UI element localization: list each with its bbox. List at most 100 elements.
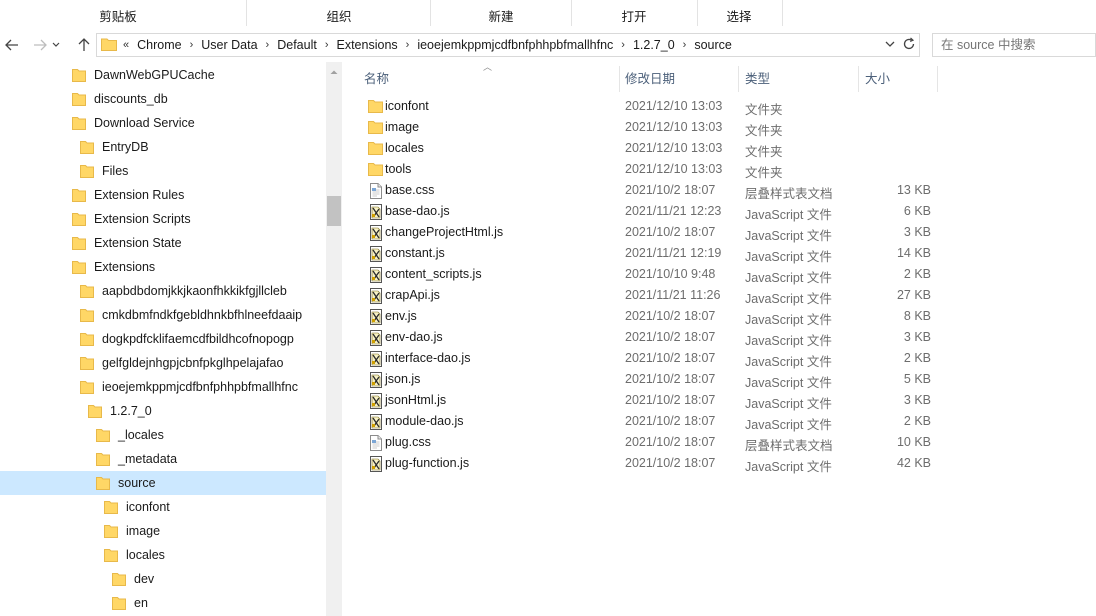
file-type: JavaScript 文件 (745, 250, 832, 264)
file-row[interactable]: plug-function.js 2021/10/2 18:07 JavaScrip… (362, 453, 1062, 474)
file-row[interactable]: plug.css 2021/10/2 18:07 层叠样式表文档 10 KB (362, 432, 1062, 453)
column-header-date[interactable]: 修改日期 (625, 66, 735, 92)
tree-item[interactable]: Extension Rules (0, 183, 326, 207)
breadcrumb-item[interactable]: 1.2.7_0 (631, 38, 677, 52)
breadcrumb-item[interactable]: source (692, 38, 734, 52)
tree-item[interactable]: Extension State (0, 231, 326, 255)
file-row[interactable]: interface-dao.js 2021/10/2 18:07 JavaScrip… (362, 348, 1062, 369)
tree-item[interactable]: Extension Scripts (0, 207, 326, 231)
ribbon-group-organize[interactable]: 组织 (250, 0, 428, 30)
tree-item[interactable]: _locales (0, 423, 326, 447)
scroll-up-icon[interactable] (330, 64, 338, 78)
tree-item[interactable]: Extensions (0, 255, 326, 279)
address-bar[interactable]: « Chrome › User Data › Default › Extensi… (96, 33, 920, 57)
file-row[interactable]: env-dao.js 2021/10/2 18:07 JavaScript 文件 3 … (362, 327, 1062, 348)
tree-item[interactable]: discounts_db (0, 87, 326, 111)
file-type: JavaScript 文件 (745, 376, 832, 390)
tree-item[interactable]: image (0, 519, 326, 543)
folder-row[interactable]: tools 2021/12/10 13:03 文件夹 (362, 159, 1062, 180)
file-row[interactable]: env.js 2021/10/2 18:07 JavaScript 文件 8 KB (362, 306, 1062, 327)
column-header-type[interactable]: 类型 (745, 66, 855, 92)
column-header-name[interactable]: 名称 (364, 66, 614, 92)
scrollbar-thumb[interactable] (327, 196, 341, 226)
file-date: 2021/10/2 18:07 (625, 414, 716, 428)
breadcrumb-separator-icon[interactable]: › (319, 39, 335, 51)
tree-item-label: en (134, 596, 148, 610)
breadcrumb-item[interactable]: Extensions (335, 38, 400, 52)
breadcrumb-separator-icon[interactable]: › (615, 39, 631, 51)
ribbon-group-new[interactable]: 新建 (432, 0, 570, 30)
search-input[interactable] (932, 33, 1096, 57)
tree-item[interactable]: dev (0, 567, 326, 591)
column-separator[interactable] (858, 66, 859, 92)
breadcrumb-separator-icon[interactable]: › (260, 39, 276, 51)
folder-row[interactable]: image 2021/12/10 13:03 文件夹 (362, 117, 1062, 138)
tree-item[interactable]: Download Service (0, 111, 326, 135)
file-row[interactable]: jsonHtml.js 2021/10/2 18:07 JavaScript 文件 3… (362, 390, 1062, 411)
tree-item[interactable]: dogkpdfcklifaemcdfbildhcofnopogp (0, 327, 326, 351)
breadcrumb-item[interactable]: ieoejemkppmjcdfbnfphhpbfmallhfnc (415, 38, 615, 52)
tree-item[interactable]: aapbdbdomjkkjkaonfhkkikfgjllcleb (0, 279, 326, 303)
tree-item[interactable]: iconfont (0, 495, 326, 519)
tree-item[interactable]: 1.2.7_0 (0, 399, 326, 423)
tree-item[interactable]: _metadata (0, 447, 326, 471)
tree-item[interactable]: locales (0, 543, 326, 567)
file-row[interactable]: module-dao.js 2021/10/2 18:07 JavaScript 文… (362, 411, 1062, 432)
back-button[interactable] (2, 35, 22, 55)
breadcrumb-separator-icon[interactable]: › (400, 39, 416, 51)
tree-item-label: Extension Rules (94, 188, 185, 202)
breadcrumb-overflow-icon[interactable]: « (121, 39, 135, 51)
javascript-file-icon (368, 246, 384, 262)
file-row[interactable]: changeProjectHtml.js 2021/10/2 18:07 JavaS… (362, 222, 1062, 243)
breadcrumb-item[interactable]: Chrome (135, 38, 183, 52)
file-type: JavaScript 文件 (745, 397, 832, 411)
file-row[interactable]: base.css 2021/10/2 18:07 层叠样式表文档 13 KB (362, 180, 1062, 201)
column-separator[interactable] (937, 66, 938, 92)
tree-item[interactable]: gelfgldejnhgpjcbnfpkglhpelajafao (0, 351, 326, 375)
column-header-size[interactable]: 大小 (865, 66, 935, 92)
javascript-file-icon (368, 456, 384, 472)
forward-button[interactable] (30, 35, 50, 55)
breadcrumb-item[interactable]: User Data (199, 38, 259, 52)
tree-item[interactable]: EntryDB (0, 135, 326, 159)
tree-item[interactable]: ieoejemkppmjcdfbnfphhpbfmallhfnc (0, 375, 326, 399)
file-row[interactable]: constant.js 2021/11/21 12:19 JavaScript 文件… (362, 243, 1062, 264)
refresh-icon[interactable] (902, 37, 916, 54)
folder-icon (368, 120, 384, 135)
file-name: crapApi.js (385, 288, 440, 302)
file-name: interface-dao.js (385, 351, 471, 365)
css-file-icon (368, 183, 384, 199)
ribbon-group-clipboard[interactable]: 剪贴板 (60, 0, 176, 30)
javascript-file-icon (368, 225, 384, 241)
tree-item[interactable]: DawnWebGPUCache (0, 63, 326, 87)
folder-row[interactable]: locales 2021/12/10 13:03 文件夹 (362, 138, 1062, 159)
file-type: JavaScript 文件 (745, 418, 832, 432)
ribbon-group-select[interactable]: 选择 (699, 0, 779, 30)
folder-icon (112, 572, 128, 586)
file-row[interactable]: json.js 2021/10/2 18:07 JavaScript 文件 5 KB (362, 369, 1062, 390)
file-date: 2021/10/2 18:07 (625, 372, 716, 386)
file-row[interactable]: base-dao.js 2021/11/21 12:23 JavaScript 文件… (362, 201, 1062, 222)
folder-row[interactable]: iconfont 2021/12/10 13:03 文件夹 (362, 96, 1062, 117)
breadcrumb-separator-icon[interactable]: › (677, 39, 693, 51)
column-separator[interactable] (619, 66, 620, 92)
file-name: constant.js (385, 246, 445, 260)
tree-item[interactable]: Files (0, 159, 326, 183)
recent-locations-button[interactable] (50, 35, 62, 55)
navigation-scrollbar[interactable] (326, 62, 342, 616)
file-size: 2 KB (903, 351, 931, 365)
ribbon-group-open[interactable]: 打开 (573, 0, 695, 30)
file-row[interactable]: crapApi.js 2021/11/21 11:26 JavaScript 文件 2… (362, 285, 1062, 306)
tree-item[interactable]: cmkdbmfndkfgebldhnkbfhlneefdaaip (0, 303, 326, 327)
breadcrumb-item[interactable]: Default (275, 38, 319, 52)
address-dropdown-icon[interactable] (885, 37, 895, 54)
up-button[interactable] (74, 35, 94, 55)
breadcrumb-separator-icon[interactable]: › (184, 39, 200, 51)
file-name: base.css (385, 183, 435, 197)
tree-item[interactable]: en (0, 591, 326, 615)
column-separator[interactable] (738, 66, 739, 92)
file-name: locales (385, 141, 424, 155)
tree-item[interactable]: source (0, 471, 326, 495)
file-row[interactable]: content_scripts.js 2021/10/10 9:48 JavaScr… (362, 264, 1062, 285)
file-size: 2 KB (903, 414, 931, 428)
